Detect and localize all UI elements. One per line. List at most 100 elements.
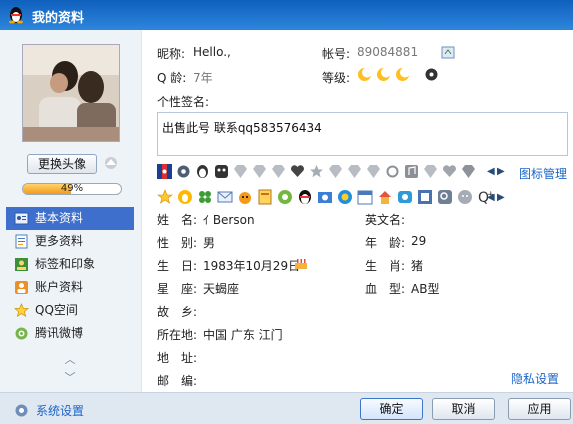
diamond-icon[interactable] — [271, 164, 286, 179]
sidebar-item-tencent-weibo[interactable]: 腾讯微博 — [6, 322, 134, 345]
sidebar-item-label: 基本资料 — [35, 211, 84, 225]
blood-type-label: 血 型: — [365, 282, 406, 296]
qzone-icon[interactable] — [157, 189, 173, 205]
penguin-icon[interactable] — [297, 189, 313, 205]
diamond-icon[interactable] — [252, 164, 267, 179]
level-label: 等级: — [322, 71, 351, 85]
qage-label: Q 龄: — [157, 71, 187, 85]
change-avatar-button[interactable]: 更换头像 — [27, 154, 97, 174]
address-label: 地 址: — [157, 351, 198, 365]
profile-completion-text: 49% — [60, 183, 84, 194]
music-icon[interactable] — [277, 189, 293, 205]
gender-value: 男 — [203, 236, 216, 250]
emoji-icon[interactable] — [457, 189, 473, 205]
note-icon[interactable] — [417, 189, 433, 205]
moon-level-icon — [396, 67, 410, 81]
sidebar-item-more-info[interactable]: 更多资料 — [6, 230, 134, 253]
birthday-cake-icon — [295, 259, 307, 269]
ghost-icon[interactable] — [214, 164, 229, 179]
globe-icon[interactable] — [337, 189, 353, 205]
location-label: 所在地: — [157, 328, 198, 342]
search-icon[interactable] — [437, 189, 453, 205]
contact-card-icon — [14, 212, 29, 225]
nba-icon[interactable] — [157, 164, 172, 179]
avatar-effects-icon[interactable] — [103, 155, 119, 171]
heart-icon[interactable] — [290, 164, 305, 179]
profile-window-body: 更换头像 49% 基本资料 更多资料 标签和印象 账户资料 QQ空间 腾讯微博 … — [0, 30, 573, 424]
birthday-value: 1983年10月29日 — [203, 259, 301, 273]
nav-scroll-up-icon[interactable]: ︿ — [64, 354, 76, 365]
gear-icon — [15, 404, 28, 417]
sidebar-item-tags[interactable]: 标签和印象 — [6, 253, 134, 276]
diamond-icon[interactable] — [366, 164, 381, 179]
photo-icon[interactable] — [317, 189, 333, 205]
name-value: ｲ Berson — [203, 213, 255, 227]
hometown-label: 故 乡: — [157, 305, 198, 319]
chat-icon[interactable] — [397, 189, 413, 205]
sidebar-item-label: 账户资料 — [35, 280, 84, 294]
title-bar: 我的资料 — [0, 0, 573, 30]
diamond-icon[interactable] — [233, 164, 248, 179]
clover-icon[interactable] — [197, 189, 213, 205]
sidebar-item-account-info[interactable]: 账户资料 — [6, 276, 134, 299]
nickname-value: Hello., — [193, 45, 231, 59]
diamond-icon[interactable] — [423, 164, 438, 179]
apply-button[interactable]: 应用 — [508, 398, 571, 420]
cancel-button[interactable]: 取消 — [432, 398, 495, 420]
gender-label: 性 别: — [157, 236, 198, 250]
name-label: 姓 名: — [157, 213, 198, 227]
age-value: 29 — [411, 234, 427, 248]
account-value: 89084881 — [357, 45, 419, 59]
badge-next-icon[interactable]: ▶ — [497, 166, 505, 177]
moon-level-icon — [358, 67, 372, 81]
sidebar-item-label: 腾讯微博 — [35, 326, 84, 340]
diamond-icon[interactable] — [328, 164, 343, 179]
weibo-icon — [15, 327, 28, 340]
system-settings-link[interactable]: 系统设置 — [14, 402, 84, 419]
diamond-icon[interactable] — [347, 164, 362, 179]
calendar-icon[interactable] — [357, 189, 373, 205]
penguin-icon[interactable] — [177, 189, 193, 205]
sidebar-item-label: QQ空间 — [35, 303, 78, 317]
sidebar-item-qzone[interactable]: QQ空间 — [6, 299, 134, 322]
service-next-icon[interactable]: ▶ — [497, 192, 505, 203]
profile-tag-icon — [15, 258, 28, 271]
heart-icon[interactable] — [442, 164, 457, 179]
constellation-value: 天蝎座 — [203, 282, 240, 296]
nickname-label: 昵称: — [157, 47, 186, 61]
sidebar-item-basic-info[interactable]: 基本资料 — [6, 207, 134, 230]
profile-completion-progress: 49% — [22, 183, 122, 195]
ok-button[interactable]: 确定 — [360, 398, 423, 420]
signature-textarea[interactable]: 出售此号 联系qq583576434 — [157, 112, 568, 156]
star-icon[interactable] — [309, 164, 324, 179]
gear-icon[interactable] — [176, 164, 191, 179]
sidebar-nav: 基本资料 更多资料 标签和印象 账户资料 QQ空间 腾讯微博 — [6, 207, 134, 345]
level-info-icon[interactable] — [424, 67, 439, 82]
blood-type-value: AB型 — [411, 282, 440, 296]
sidebar-item-label: 标签和印象 — [35, 257, 96, 271]
level-icons — [357, 67, 439, 82]
service-prev-icon[interactable]: ◀ — [487, 192, 495, 203]
nav-scroll-down-icon[interactable]: ﹀ — [64, 372, 76, 383]
mail-icon[interactable] — [217, 189, 233, 205]
qq-penguin-icon — [9, 7, 23, 24]
service-icon-row: Q + — [157, 189, 493, 205]
sidebar-item-label: 更多资料 — [35, 234, 84, 248]
badge-prev-icon[interactable]: ◀ — [487, 166, 495, 177]
diamond-icon[interactable] — [461, 164, 476, 179]
book-icon[interactable] — [257, 189, 273, 205]
penguin-icon[interactable] — [195, 164, 210, 179]
qage-value: 7年 — [193, 71, 213, 85]
copy-icon[interactable] — [441, 46, 455, 59]
badge-manage-link[interactable]: 图标管理 — [519, 165, 567, 182]
privacy-settings-link[interactable]: 隐私设置 — [511, 370, 559, 387]
ring-icon[interactable] — [385, 164, 400, 179]
home-icon[interactable] — [377, 189, 393, 205]
zodiac-label: 生 肖: — [365, 259, 406, 273]
avatar[interactable] — [22, 44, 120, 142]
music-icon[interactable] — [404, 164, 419, 179]
window-title: 我的资料 — [32, 11, 85, 26]
pet-icon[interactable] — [237, 189, 253, 205]
english-name-label: 英文名: — [365, 213, 406, 227]
document-icon — [15, 234, 28, 249]
